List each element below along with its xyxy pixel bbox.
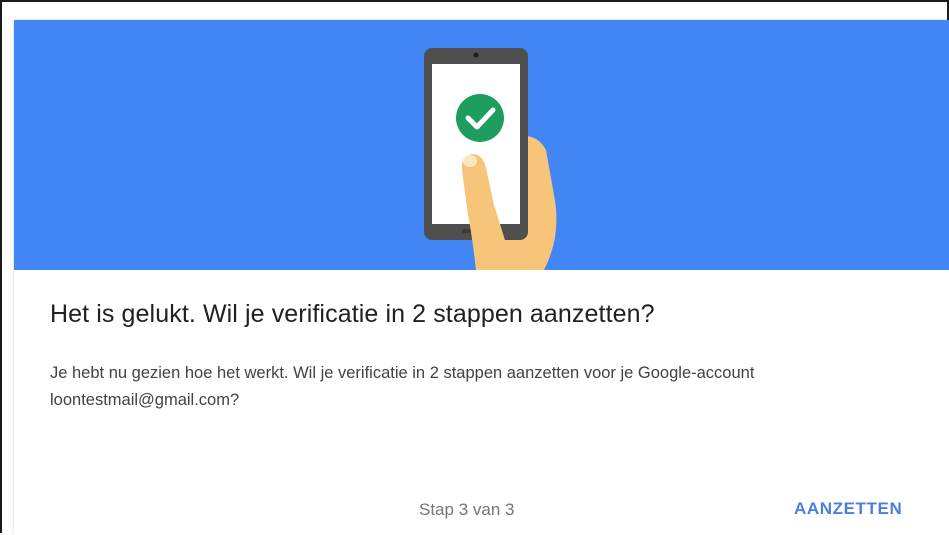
hero-banner (14, 20, 949, 270)
phone-illustration (424, 48, 557, 270)
verification-dialog: Het is gelukt. Wil je verificatie in 2 s… (14, 20, 949, 535)
step-indicator: Stap 3 van 3 (419, 500, 515, 519)
enable-button[interactable]: AANZETTEN (780, 492, 916, 526)
window-frame: Het is gelukt. Wil je verificatie in 2 s… (0, 0, 949, 535)
dialog-title: Het is gelukt. Wil je verificatie in 2 s… (50, 300, 655, 328)
check-circle-icon (456, 94, 504, 142)
dialog-body-text: Je hebt nu gezien hoe het werkt. Wil je … (50, 364, 755, 409)
